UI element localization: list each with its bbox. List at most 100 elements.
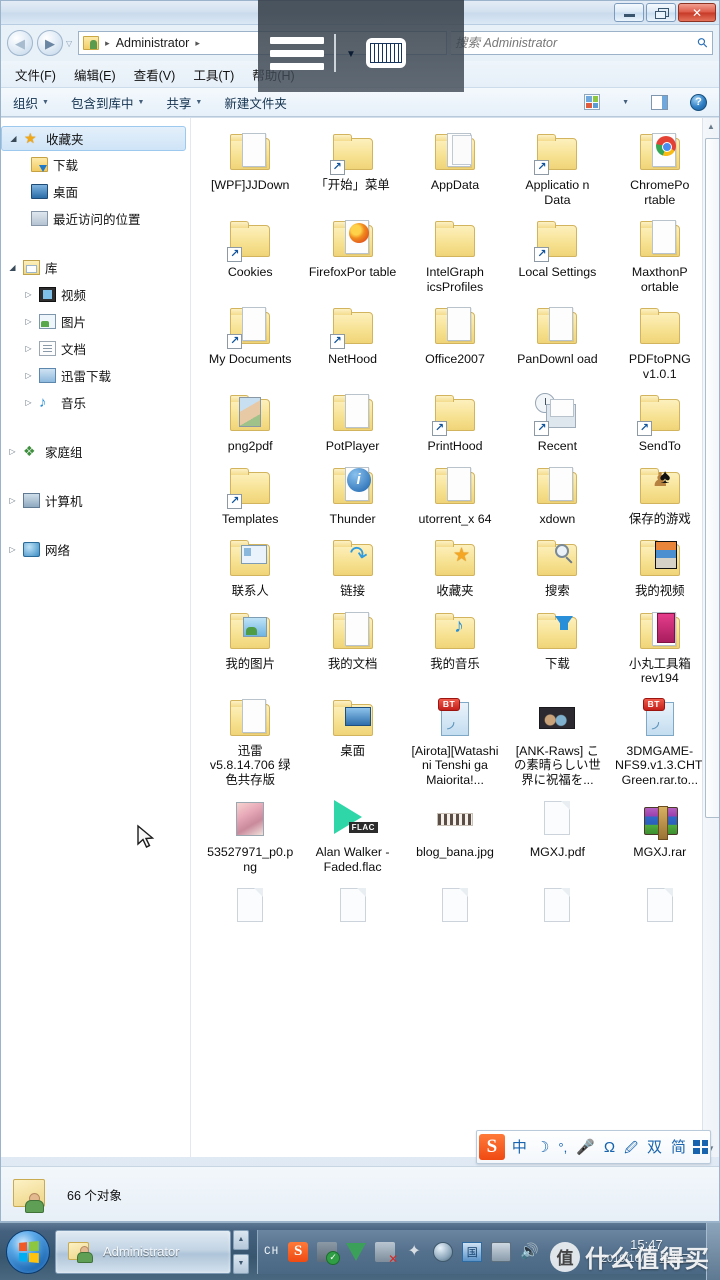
file-item[interactable]: 我的图片 (199, 603, 301, 690)
file-item[interactable]: MGXJ.rar (609, 791, 711, 878)
file-item[interactable]: ChromePo rtable (609, 124, 711, 211)
file-item[interactable]: BT[Airota][Watashi ni Tenshi ga Maiorita… (404, 690, 506, 792)
file-item[interactable]: 我的文档 (301, 603, 403, 690)
file-item[interactable]: MaxthonP ortable (609, 211, 711, 298)
file-item[interactable]: 搜索 (506, 530, 608, 603)
file-list-pane[interactable]: [WPF]JJDown 「开始」菜单 AppData Applicatio n Dat… (191, 118, 719, 1157)
file-item[interactable]: Office2007 (404, 298, 506, 385)
printer-offline-icon[interactable] (375, 1241, 398, 1266)
sidebar-item-favorites[interactable]: ◢ ★ 收藏夹 (1, 126, 186, 151)
help-icon[interactable]: ? (690, 93, 707, 111)
file-item[interactable] (199, 878, 301, 936)
file-item[interactable]: My Documents (199, 298, 301, 385)
sogou-ime-toolbar[interactable]: S 中 ☽ °, 🎤 Ω 🖉 双 简 (475, 1130, 711, 1164)
taskbar-clock[interactable]: 15:47 2019/10/16 星期三 (601, 1237, 700, 1267)
file-item[interactable]: ♪ 我的音乐 (404, 603, 506, 690)
search-box[interactable]: ⚲ (451, 31, 713, 55)
star-icon[interactable]: ✦ (404, 1242, 424, 1262)
taskbar-scroll-buttons[interactable]: ▲ ▼ (233, 1229, 249, 1274)
sogou-logo-icon[interactable]: S (478, 1134, 505, 1160)
blue-app-icon[interactable] (462, 1241, 483, 1262)
chevron-down-icon[interactable]: ▼ (346, 49, 356, 60)
file-item[interactable] (301, 878, 403, 936)
file-item[interactable]: Applicatio n Data (506, 124, 608, 211)
file-item[interactable]: xdown (506, 458, 608, 531)
search-input[interactable] (455, 36, 695, 50)
sidebar-item-network[interactable]: ▷ 网络 (1, 536, 190, 563)
ime-microphone-icon[interactable]: 🎤 (574, 1140, 597, 1155)
usb-safe-remove-icon[interactable] (317, 1241, 341, 1265)
file-item[interactable]: blog_bana.jpg (404, 791, 506, 878)
expand-arrow-icon[interactable]: ▷ (23, 344, 34, 353)
file-item[interactable]: ★ 收藏夹 (404, 530, 506, 603)
file-item[interactable]: Local Settings (506, 211, 608, 298)
file-item[interactable]: ♟ ♠ 保存的游戏 (609, 458, 711, 531)
ime-moon-icon[interactable]: ☽ (534, 1140, 551, 1155)
search-icon[interactable]: ⚲ (694, 34, 712, 52)
file-item[interactable]: utorrent_x 64 (404, 458, 506, 531)
expand-arrow-icon[interactable]: ▷ (23, 371, 34, 380)
file-pane-scrollbar[interactable]: ▲ ▼ (702, 118, 719, 1157)
monitor-icon[interactable] (491, 1241, 512, 1262)
organize-button[interactable]: 组织 ▼ (13, 93, 49, 112)
sidebar-item-thunder-download[interactable]: ▷ 迅雷下载 (1, 362, 190, 389)
sidebar-item-documents[interactable]: ▷ 文档 (1, 335, 190, 362)
expand-arrow-icon[interactable]: ▷ (7, 496, 18, 505)
ime-symbol-icon[interactable]: Ω (602, 1140, 617, 1155)
file-item[interactable]: PDFtoPNG v1.0.1 (609, 298, 711, 385)
file-item[interactable]: NetHood (301, 298, 403, 385)
scroll-up-arrow-icon[interactable]: ▲ (703, 118, 719, 135)
green-shield-icon[interactable] (346, 1242, 367, 1261)
ime-toolbox-grid-icon[interactable] (693, 1140, 708, 1154)
speaker-icon[interactable]: 🔊 (520, 1242, 540, 1262)
ime-double-pinyin-button[interactable]: 双 (645, 1140, 664, 1155)
menu-tools[interactable]: 工具(T) (193, 65, 234, 84)
sidebar-item-pictures[interactable]: ▷ 图片 (1, 308, 190, 335)
sidebar-item-music[interactable]: ▷ ♪ 音乐 (1, 389, 190, 416)
file-item[interactable]: i Thunder (301, 458, 403, 531)
file-item[interactable]: [WPF]JJDown (199, 124, 301, 211)
breadcrumb-administrator[interactable]: Administrator (116, 36, 190, 50)
file-item[interactable]: FirefoxPor table (301, 211, 403, 298)
taskbar-button-administrator[interactable]: Administrator (55, 1229, 231, 1274)
file-item[interactable]: ↷ 链接 (301, 530, 403, 603)
sidebar-item-recent-places[interactable]: 最近访问的位置 (1, 205, 190, 232)
file-item[interactable]: 迅雷 v5.8.14.706 绿色共存版 (199, 690, 301, 792)
file-item[interactable]: PanDownl oad (506, 298, 608, 385)
file-item[interactable] (609, 878, 711, 936)
expand-arrow-icon[interactable]: ◢ (8, 134, 19, 143)
globe-icon[interactable] (433, 1241, 454, 1262)
file-item[interactable]: AppData (404, 124, 506, 211)
file-item[interactable]: 桌面 (301, 690, 403, 792)
file-item[interactable]: FLAC Alan Walker - Faded.flac (301, 791, 403, 878)
sidebar-item-videos[interactable]: ▷ 视频 (1, 281, 190, 308)
scrollbar-thumb[interactable] (705, 138, 719, 818)
file-item[interactable]: 53527971_p0.png (199, 791, 301, 878)
expand-arrow-icon[interactable]: ◢ (7, 263, 18, 272)
menu-edit[interactable]: 编辑(E) (74, 65, 116, 84)
file-item[interactable]: Templates (199, 458, 301, 531)
sogou-ime-icon[interactable]: S (288, 1241, 309, 1262)
forward-button[interactable]: ▶ (37, 30, 63, 56)
minimize-button[interactable] (614, 3, 644, 22)
file-item[interactable]: PotPlayer (301, 385, 403, 458)
file-item[interactable]: Recent (506, 385, 608, 458)
sidebar-item-homegroup[interactable]: ▷ ❖ 家庭组 (1, 438, 190, 465)
file-item[interactable]: 「开始」菜单 (301, 124, 403, 211)
sidebar-item-downloads[interactable]: 下载 (1, 151, 190, 178)
system-tray[interactable]: CH S ✦ 🔊 15:47 2019/10/16 星期三 (257, 1229, 706, 1274)
taskbar-scroll-up-icon[interactable]: ▲ (233, 1229, 249, 1250)
ime-simplified-button[interactable]: 简 (669, 1140, 688, 1155)
hamburger-lines-icon[interactable] (270, 36, 324, 70)
file-item[interactable]: SendTo (609, 385, 711, 458)
file-item[interactable]: Cookies (199, 211, 301, 298)
expand-arrow-icon[interactable]: ▷ (23, 398, 34, 407)
file-item[interactable]: PrintHood (404, 385, 506, 458)
sidebar-item-computer[interactable]: ▷ 计算机 (1, 487, 190, 514)
expand-arrow-icon[interactable]: ▷ (7, 447, 18, 456)
sidebar-item-desktop[interactable]: 桌面 (1, 178, 190, 205)
file-item[interactable]: 联系人 (199, 530, 301, 603)
file-item[interactable]: BT3DMGAME-NFS9.v1.3.CHT.Green.rar.to... (609, 690, 711, 792)
osk-overlay-bar[interactable]: ▼ (258, 0, 464, 92)
file-item[interactable] (506, 878, 608, 936)
